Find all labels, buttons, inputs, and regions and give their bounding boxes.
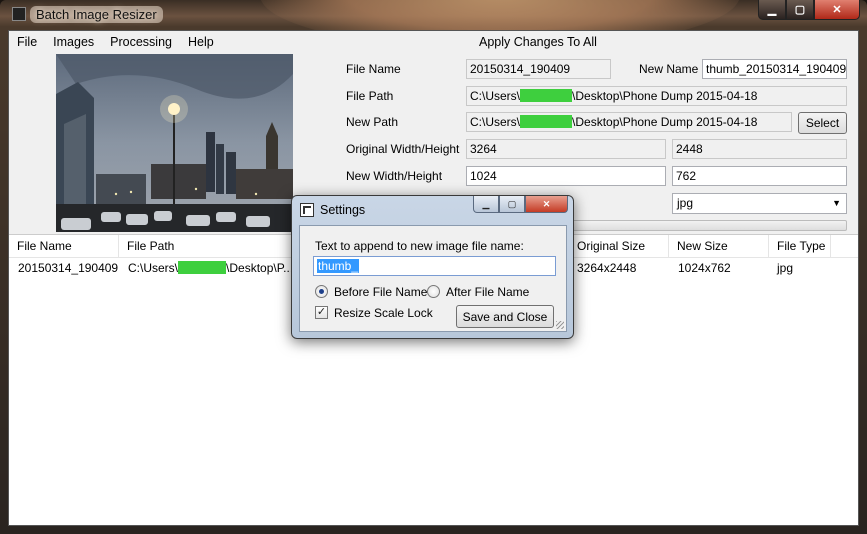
dialog-title: Settings bbox=[320, 203, 366, 217]
close-icon[interactable]: ✕ bbox=[814, 0, 860, 20]
settings-dialog: Settings ▁ ▢ ✕ Text to append to new ima… bbox=[291, 195, 574, 339]
maximize-icon[interactable]: ▢ bbox=[499, 196, 525, 213]
before-file-name-label: Before File Name bbox=[334, 285, 428, 299]
file-path-suffix: \Desktop\Phone Dump 2015-04-18 bbox=[572, 89, 758, 103]
new-path-field: C:\Users\ \Desktop\Phone Dump 2015-04-18 bbox=[466, 112, 792, 132]
original-wh-label: Original Width/Height bbox=[346, 142, 460, 156]
save-and-close-button[interactable]: Save and Close bbox=[456, 305, 554, 328]
close-icon[interactable]: ✕ bbox=[525, 196, 568, 213]
apply-changes-to-all[interactable]: Apply Changes To All bbox=[479, 31, 597, 53]
new-path-prefix: C:\Users\ bbox=[470, 115, 521, 129]
file-type-select[interactable]: jpg ▼ bbox=[672, 193, 847, 214]
file-path-field: C:\Users\ \Desktop\Phone Dump 2015-04-18 bbox=[466, 86, 847, 106]
append-text-input[interactable]: thumb_ bbox=[313, 256, 556, 276]
minimize-icon[interactable]: ▁ bbox=[758, 0, 786, 20]
row-file-path-suffix: \Desktop\P... bbox=[226, 261, 294, 275]
menu-processing[interactable]: Processing bbox=[102, 31, 180, 53]
row-original-size: 3264x2448 bbox=[577, 261, 637, 275]
file-name-label: File Name bbox=[346, 62, 401, 76]
column-file-name[interactable]: File Name bbox=[9, 235, 119, 258]
image-preview bbox=[56, 54, 293, 232]
row-file-name: 20150314_190409 bbox=[18, 261, 119, 275]
file-type-value: jpg bbox=[677, 196, 694, 210]
dialog-controls: ▁ ▢ ✕ bbox=[473, 196, 568, 213]
row-new-size: 1024x762 bbox=[678, 261, 731, 275]
new-name-input[interactable]: thumb_20150314_190409 bbox=[702, 59, 847, 79]
redaction-block bbox=[520, 115, 573, 128]
after-file-name-label: After File Name bbox=[446, 285, 530, 299]
new-wh-label: New Width/Height bbox=[346, 169, 443, 183]
title-bar[interactable]: Batch Image Resizer ▁ ▢ ✕ bbox=[0, 0, 867, 30]
menu-images[interactable]: Images bbox=[45, 31, 102, 53]
row-file-type: jpg bbox=[777, 261, 794, 275]
original-width-field: 3264 bbox=[466, 139, 666, 159]
file-name-field: 20150314_190409 bbox=[466, 59, 611, 79]
select-path-button[interactable]: Select bbox=[798, 112, 847, 134]
after-file-name-radio[interactable] bbox=[427, 285, 440, 298]
resize-grip[interactable] bbox=[556, 321, 564, 329]
scale-lock-label: Resize Scale Lock bbox=[334, 306, 433, 320]
column-new-size[interactable]: New Size bbox=[669, 235, 769, 258]
append-text-value: thumb_ bbox=[317, 259, 360, 273]
redaction-block bbox=[520, 89, 573, 102]
chevron-down-icon: ▼ bbox=[832, 198, 841, 208]
menu-help[interactable]: Help bbox=[180, 31, 222, 53]
new-height-input[interactable]: 762 bbox=[672, 166, 847, 186]
new-path-suffix: \Desktop\Phone Dump 2015-04-18 bbox=[572, 115, 758, 129]
app-icon bbox=[12, 7, 26, 21]
city-photo bbox=[56, 54, 293, 232]
minimize-icon[interactable]: ▁ bbox=[473, 196, 499, 213]
row-file-path: C:\Users\ \Desktop\P... bbox=[128, 261, 293, 275]
original-height-field: 2448 bbox=[672, 139, 847, 159]
window-controls: ▁ ▢ ✕ bbox=[758, 0, 860, 20]
dialog-body: Text to append to new image file name: t… bbox=[299, 225, 567, 332]
file-path-prefix: C:\Users\ bbox=[470, 89, 521, 103]
menu-file[interactable]: File bbox=[9, 31, 45, 53]
maximize-icon[interactable]: ▢ bbox=[786, 0, 814, 20]
window-title: Batch Image Resizer bbox=[30, 6, 163, 23]
before-file-name-radio[interactable] bbox=[315, 285, 328, 298]
append-text-label: Text to append to new image file name: bbox=[315, 239, 524, 253]
menu-bar: File Images Processing Help bbox=[9, 31, 858, 53]
new-path-label: New Path bbox=[346, 115, 399, 129]
column-file-type[interactable]: File Type bbox=[769, 235, 831, 258]
scale-lock-checkbox[interactable]: ✓ bbox=[315, 306, 328, 319]
row-file-path-prefix: C:\Users\ bbox=[128, 261, 179, 275]
file-path-label: File Path bbox=[346, 89, 394, 103]
new-name-label: New Name bbox=[639, 62, 699, 76]
redaction-block bbox=[178, 261, 227, 274]
new-width-input[interactable]: 1024 bbox=[466, 166, 666, 186]
settings-icon bbox=[300, 203, 314, 217]
column-original-size[interactable]: Original Size bbox=[569, 235, 669, 258]
